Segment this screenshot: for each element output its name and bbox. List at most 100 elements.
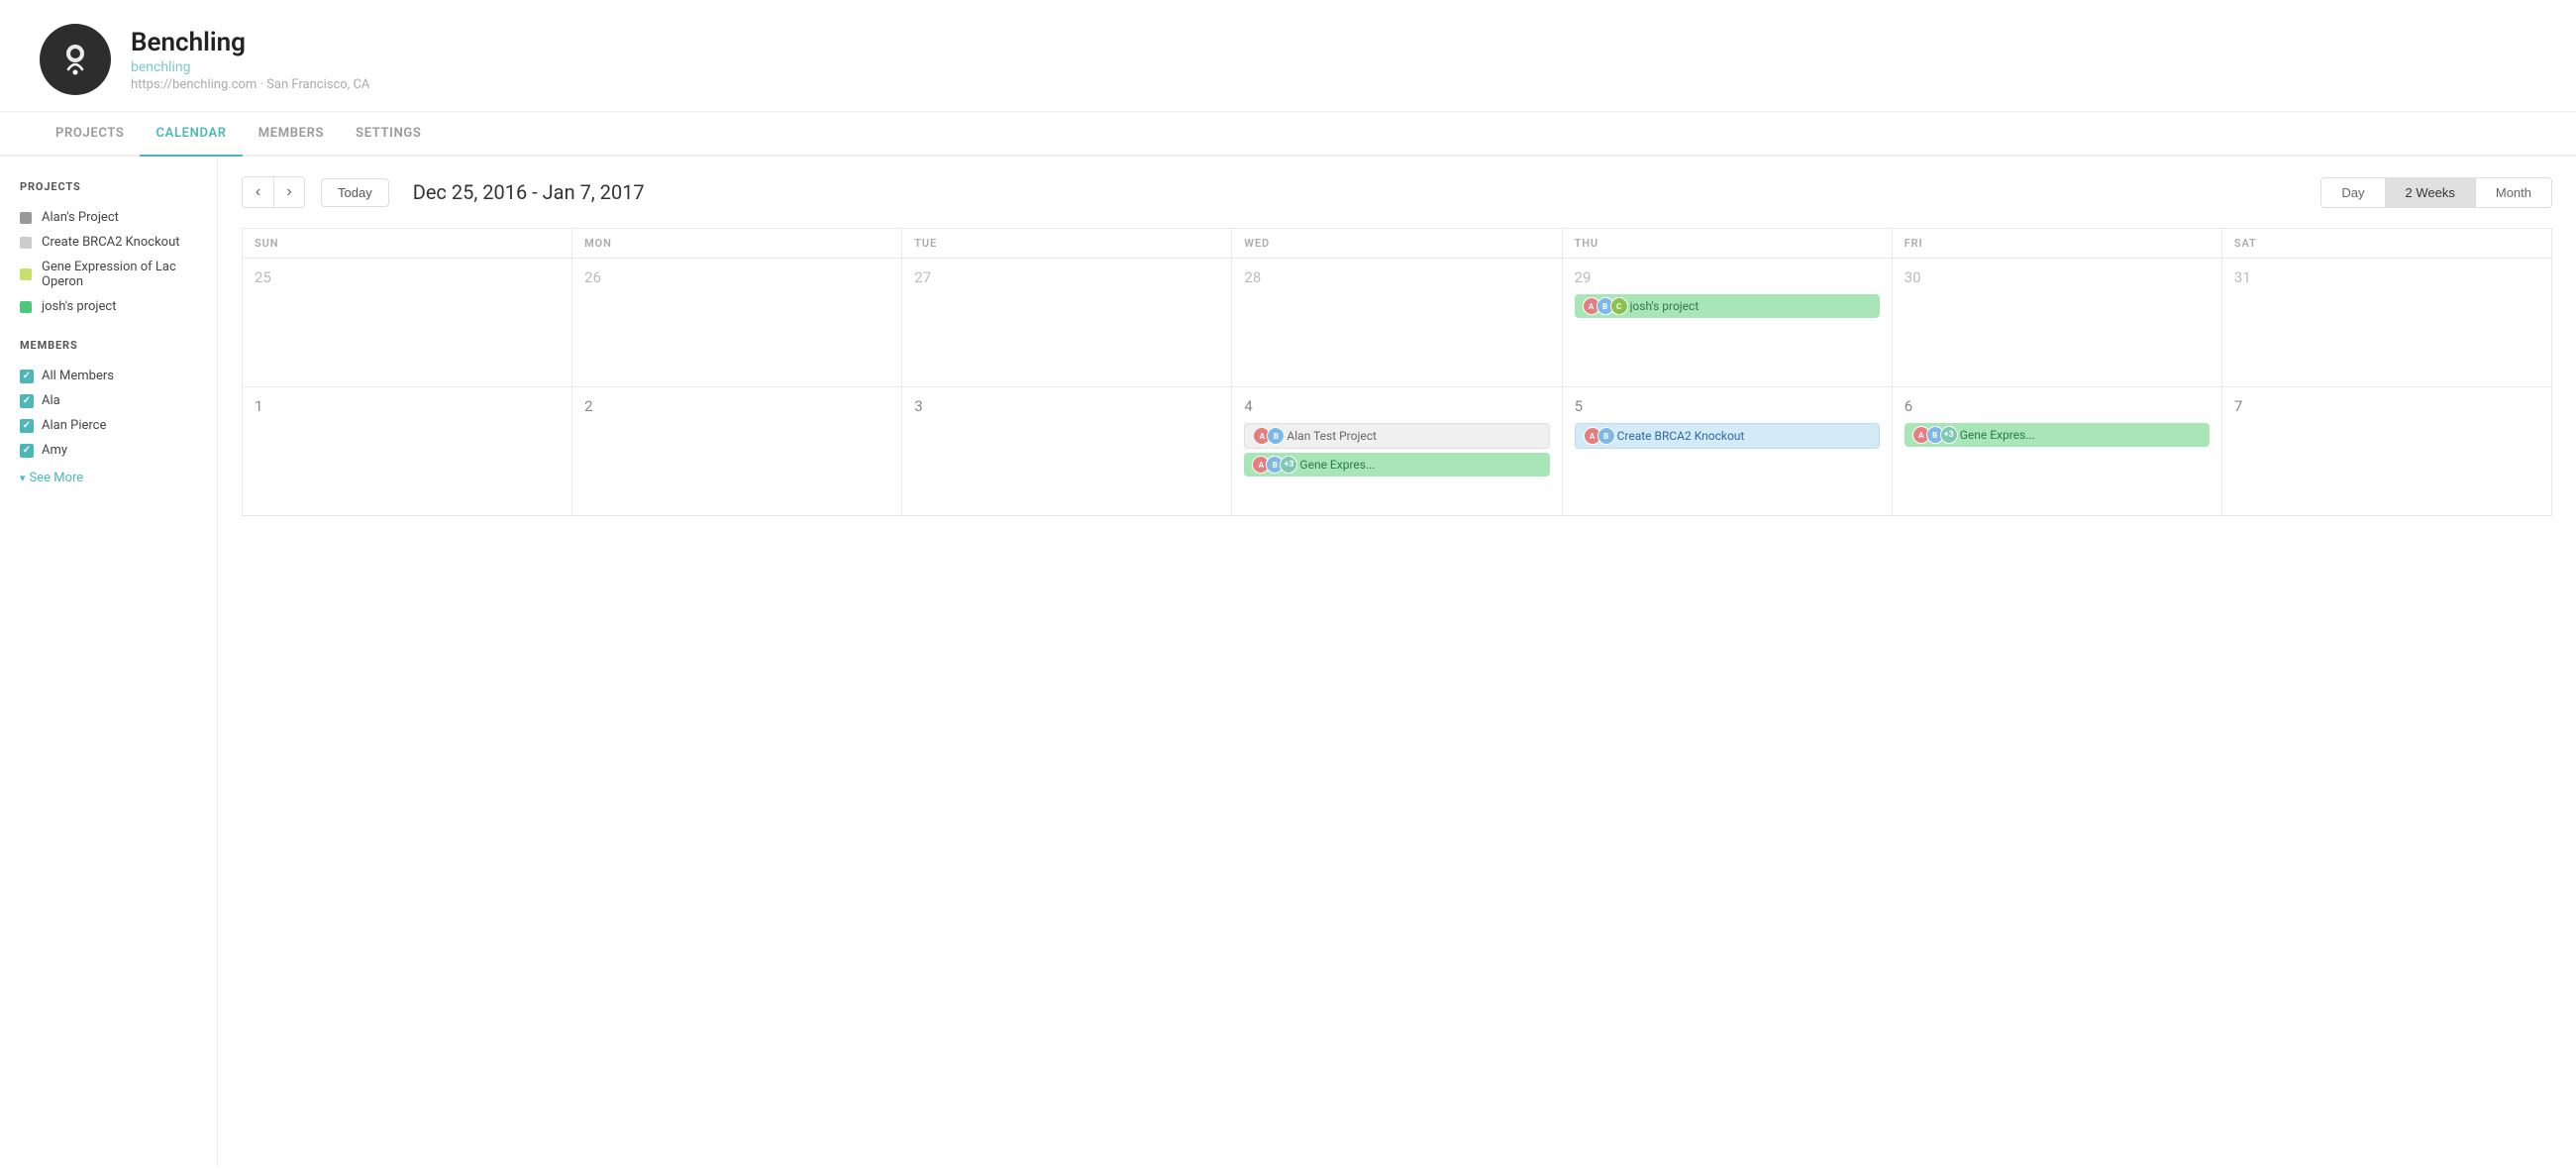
date-dec28: 28: [1244, 268, 1549, 286]
avatar-3: C: [1610, 297, 1628, 315]
calendar-grid: SUN MON TUE WED THU FRI SAT 25 26 27: [242, 228, 2552, 516]
member-label-all: All Members: [42, 369, 114, 383]
date-dec30: 30: [1905, 268, 2210, 286]
event-avatars: A B C: [1583, 297, 1624, 315]
date-jan4: 4: [1244, 397, 1549, 415]
see-more-button[interactable]: ▾ See More: [20, 471, 197, 485]
event-label-geneexpr4: Gene Expres...: [1299, 458, 1375, 472]
cell-dec30: 30: [1893, 259, 2222, 387]
see-more-label: See More: [30, 471, 84, 485]
event-avatars-gene4: A B +3: [1252, 456, 1293, 474]
projects-section-title: PROJECTS: [20, 180, 197, 193]
event-label-brca2: Create BRCA2 Knockout: [1617, 429, 1745, 443]
project-dot-brca2: [20, 237, 32, 249]
calendar-header-row: SUN MON TUE WED THU FRI SAT: [243, 229, 2552, 259]
cell-jan6: 6 A B +3 Gene Expres...: [1893, 387, 2222, 516]
nav-members[interactable]: MEMBERS: [243, 112, 340, 157]
project-dot-lac: [20, 268, 32, 280]
member-amy[interactable]: Amy: [20, 438, 197, 463]
view-month-button[interactable]: Month: [2476, 178, 2551, 207]
sidebar-item-brca2[interactable]: Create BRCA2 Knockout: [20, 230, 197, 255]
nav-settings[interactable]: SETTINGS: [340, 112, 437, 157]
app-logo: [40, 24, 111, 95]
avatar-count-gene6: +3: [1940, 426, 1958, 444]
cell-dec31: 31: [2222, 259, 2552, 387]
project-label-josh: josh's project: [42, 299, 117, 314]
view-day-button[interactable]: Day: [2321, 178, 2385, 207]
date-dec31: 31: [2234, 268, 2539, 286]
calendar-controls: ‹ › Today Dec 25, 2016 - Jan 7, 2017 Day…: [242, 176, 2552, 208]
calendar-week-2: 1 2 3 4 A B Alan Test Project: [243, 387, 2552, 516]
sidebar-item-alans-project[interactable]: Alan's Project: [20, 205, 197, 230]
project-label-lac: Gene Expression of Lac Operon: [42, 260, 197, 289]
cell-jan7: 7: [2222, 387, 2552, 516]
col-header-sun: SUN: [243, 229, 572, 259]
member-all[interactable]: All Members: [20, 364, 197, 388]
checkbox-amy[interactable]: [20, 444, 34, 458]
event-avatars-brca: A B: [1584, 427, 1611, 445]
cell-jan3: 3: [902, 387, 1232, 516]
cell-jan1: 1: [243, 387, 572, 516]
event-geneexpr-jan6[interactable]: A B +3 Gene Expres...: [1905, 423, 2210, 447]
event-joshproject-dec29[interactable]: A B C josh's project: [1575, 294, 1880, 318]
project-dot-alans: [20, 212, 32, 224]
date-jan3: 3: [914, 397, 1219, 415]
date-jan6: 6: [1905, 397, 2210, 415]
project-dot-josh: [20, 301, 32, 313]
cell-dec25: 25: [243, 259, 572, 387]
event-label-josh: josh's project: [1630, 299, 1700, 313]
col-header-sat: SAT: [2222, 229, 2552, 259]
date-dec25: 25: [255, 268, 560, 286]
calendar-week-1: 25 26 27 28 29 A B C: [243, 259, 2552, 387]
cell-dec29: 29 A B C josh's project: [1563, 259, 1893, 387]
main-content: PROJECTS Alan's Project Create BRCA2 Kno…: [0, 157, 2576, 1167]
cell-jan4: 4 A B Alan Test Project A B +3: [1232, 387, 1562, 516]
main-nav: PROJECTS CALENDAR MEMBERS SETTINGS: [0, 112, 2576, 157]
event-avatars-alan: A B: [1253, 427, 1281, 445]
date-dec27: 27: [914, 268, 1219, 286]
date-jan2: 2: [584, 397, 889, 415]
event-brca2-jan5[interactable]: A B Create BRCA2 Knockout: [1575, 423, 1880, 449]
sidebar-item-josh[interactable]: josh's project: [20, 294, 197, 319]
view-2weeks-button[interactable]: 2 Weeks: [2386, 178, 2476, 207]
project-label-alans: Alan's Project: [42, 210, 119, 225]
cell-jan2: 2: [572, 387, 902, 516]
col-header-fri: FRI: [1893, 229, 2222, 259]
date-dec26: 26: [584, 268, 889, 286]
nav-calendar[interactable]: CALENDAR: [140, 112, 242, 157]
avatar-alan2: B: [1267, 427, 1285, 445]
view-buttons-group: Day 2 Weeks Month: [2320, 177, 2552, 208]
event-label-alantest: Alan Test Project: [1287, 429, 1377, 443]
calendar-area: ‹ › Today Dec 25, 2016 - Jan 7, 2017 Day…: [218, 157, 2576, 1167]
cell-dec27: 27: [902, 259, 1232, 387]
chevron-down-icon: ▾: [20, 472, 26, 484]
member-label-amy: Amy: [42, 443, 67, 458]
prev-button[interactable]: ‹: [242, 176, 273, 208]
event-geneexpr-jan4[interactable]: A B +3 Gene Expres...: [1244, 453, 1549, 477]
app-location: https://benchling.com · San Francisco, C…: [131, 77, 369, 92]
date-range-label: Dec 25, 2016 - Jan 7, 2017: [413, 180, 2321, 204]
avatar-b2: B: [1597, 427, 1615, 445]
member-alan[interactable]: Alan Pierce: [20, 413, 197, 438]
app-header: Benchling benchling https://benchling.co…: [0, 0, 2576, 112]
cell-dec28: 28: [1232, 259, 1562, 387]
member-ala[interactable]: Ala: [20, 388, 197, 413]
nav-projects[interactable]: PROJECTS: [40, 112, 140, 157]
member-label-alan: Alan Pierce: [42, 418, 106, 433]
col-header-wed: WED: [1232, 229, 1562, 259]
col-header-thu: THU: [1563, 229, 1893, 259]
checkbox-ala[interactable]: [20, 394, 34, 408]
today-button[interactable]: Today: [321, 178, 389, 207]
checkbox-alan[interactable]: [20, 419, 34, 433]
sidebar-item-lac[interactable]: Gene Expression of Lac Operon: [20, 255, 197, 294]
avatar-count-gene4: +3: [1280, 456, 1297, 474]
app-subdomain: benchling: [131, 59, 369, 75]
project-label-brca2: Create BRCA2 Knockout: [42, 235, 180, 250]
date-jan7: 7: [2234, 397, 2539, 415]
next-button[interactable]: ›: [273, 176, 305, 208]
event-label-geneexpr6: Gene Expres...: [1960, 428, 2035, 442]
col-header-mon: MON: [572, 229, 902, 259]
checkbox-all[interactable]: [20, 370, 34, 383]
event-alantest-jan4[interactable]: A B Alan Test Project: [1244, 423, 1549, 449]
cell-jan5: 5 A B Create BRCA2 Knockout: [1563, 387, 1893, 516]
